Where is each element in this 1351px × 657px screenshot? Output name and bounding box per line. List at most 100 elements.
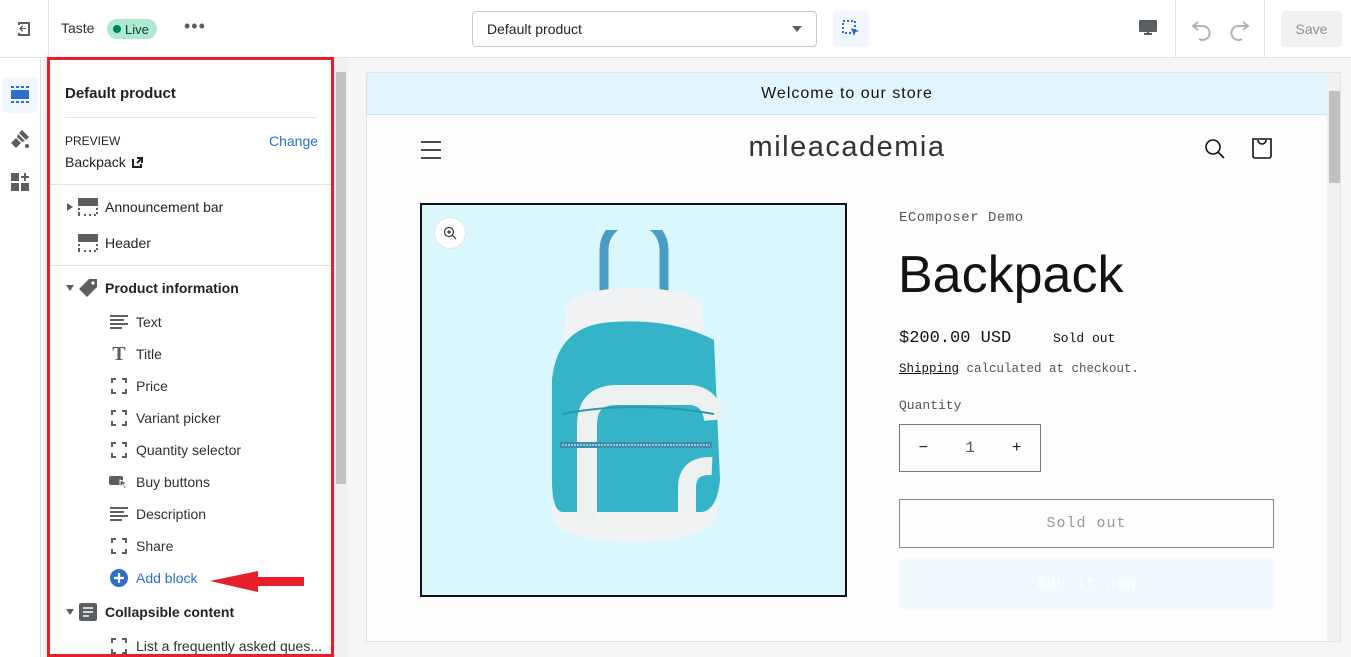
block-faq[interactable]: List a frequently asked ques... (108, 632, 322, 657)
panel-scrollbar[interactable] (334, 58, 348, 657)
shipping-link[interactable]: Shipping (899, 362, 959, 376)
quantity-label: Quantity (899, 398, 962, 413)
cart-icon[interactable] (1251, 136, 1273, 160)
zoom-in-icon (443, 226, 457, 240)
decrease-quantity-button[interactable]: − (900, 439, 947, 457)
section-announcement-bar[interactable]: Announcement bar (63, 193, 223, 221)
tag-icon (77, 278, 99, 298)
text-lines-icon (108, 504, 130, 524)
dashed-box-icon (108, 408, 130, 428)
divider (65, 117, 316, 118)
block-price[interactable]: Price (108, 372, 168, 400)
quantity-input[interactable]: 1 (947, 439, 994, 457)
sold-out-button[interactable]: Sold out (899, 499, 1274, 548)
shipping-text: calculated at checkout. (959, 362, 1140, 376)
section-collapsible-content[interactable]: Collapsible content (63, 598, 234, 626)
list-icon (77, 602, 99, 622)
add-block-label: Add block (136, 570, 198, 586)
plus-circle-icon (108, 568, 130, 588)
left-rail (0, 58, 41, 657)
paintbrush-icon (11, 130, 29, 148)
block-label: Description (136, 506, 207, 522)
section-label: Announcement bar (105, 199, 224, 215)
status-badge: Live (107, 19, 157, 39)
block-label: List a frequently asked ques... (136, 638, 322, 654)
inspector-toggle-button[interactable] (833, 11, 869, 47)
caret-right-icon[interactable] (63, 203, 77, 211)
block-title[interactable]: T Title (108, 340, 162, 368)
block-buy-buttons[interactable]: Buy buttons (108, 468, 210, 496)
search-icon[interactable] (1204, 138, 1226, 160)
desktop-view-button[interactable] (1138, 18, 1158, 43)
section-label: Header (105, 235, 151, 251)
block-label: Share (136, 538, 174, 554)
caret-down-icon[interactable] (63, 609, 77, 615)
section-product-information[interactable]: Product information (63, 274, 239, 302)
undo-button[interactable] (1190, 17, 1214, 46)
quantity-stepper: − 1 + (899, 424, 1041, 472)
store-preview: Welcome to our store mileacademia ECompo… (366, 72, 1341, 642)
caret-down-icon (792, 26, 802, 32)
scrollbar-thumb[interactable] (1329, 91, 1340, 183)
block-quantity-selector[interactable]: Quantity selector (108, 436, 241, 464)
block-text[interactable]: Text (108, 308, 162, 336)
block-share[interactable]: Share (108, 532, 173, 560)
change-preview-link[interactable]: Change (269, 133, 318, 149)
dashed-box-icon (108, 440, 130, 460)
sections-tab[interactable] (2, 77, 38, 113)
block-label: Title (136, 346, 162, 362)
section-icon (77, 233, 99, 253)
template-select[interactable]: Default product (472, 11, 817, 47)
theme-settings-tab[interactable] (2, 121, 38, 157)
preview-product-name: Backpack (65, 154, 126, 170)
apps-tab[interactable] (2, 164, 38, 200)
title-icon: T (112, 342, 126, 365)
caret-down-icon[interactable] (63, 285, 77, 291)
block-label: Buy buttons (136, 474, 210, 490)
preview-label: PREVIEW (65, 134, 121, 148)
block-label: Variant picker (136, 410, 221, 426)
desktop-icon (1139, 20, 1157, 35)
template-select-value: Default product (487, 21, 582, 37)
annotation-arrow-icon (210, 571, 304, 592)
live-dot-icon (113, 25, 121, 33)
add-block-button[interactable]: Add block (108, 564, 197, 592)
dashed-box-icon (108, 376, 130, 396)
section-header[interactable]: Header (77, 229, 151, 257)
status-badge-label: Live (125, 21, 149, 37)
divider (1175, 0, 1176, 58)
block-description[interactable]: Description (108, 500, 206, 528)
buy-it-now-button[interactable]: Buy it now (899, 559, 1274, 609)
preview-scrollbar[interactable] (1327, 73, 1340, 641)
sections-panel: Default product PREVIEW Change Backpack … (47, 58, 334, 657)
save-button[interactable]: Save (1281, 11, 1342, 47)
sections-icon (11, 86, 29, 103)
zoom-image-button[interactable] (434, 217, 466, 249)
theme-name: Taste (61, 20, 95, 36)
section-label: Collapsible content (105, 604, 235, 620)
block-label: Price (136, 378, 168, 394)
more-actions-button[interactable]: ••• (184, 16, 206, 37)
preview-product[interactable]: Backpack (65, 154, 143, 170)
scrollbar-thumb[interactable] (336, 72, 346, 484)
section-icon (77, 197, 99, 217)
undo-icon (1191, 21, 1211, 41)
text-lines-icon (108, 312, 130, 332)
store-logo[interactable]: mileacademia (367, 131, 1327, 164)
product-vendor: EComposer Demo (899, 210, 1024, 226)
block-variant-picker[interactable]: Variant picker (108, 404, 221, 432)
top-bar: Taste Live ••• Default product Save (0, 0, 1351, 58)
redo-button[interactable] (1227, 17, 1251, 46)
divider (47, 265, 334, 266)
inspect-cursor-icon (842, 20, 859, 36)
product-media[interactable] (420, 203, 847, 597)
shipping-note: Shipping calculated at checkout. (899, 362, 1139, 376)
block-label: Quantity selector (136, 442, 242, 458)
section-label: Product information (105, 280, 239, 296)
product-title: Backpack (898, 246, 1124, 304)
exit-button[interactable] (0, 0, 49, 58)
divider (1264, 0, 1265, 58)
add-app-icon (11, 173, 29, 191)
external-link-icon (131, 156, 143, 168)
increase-quantity-button[interactable]: + (993, 439, 1040, 457)
